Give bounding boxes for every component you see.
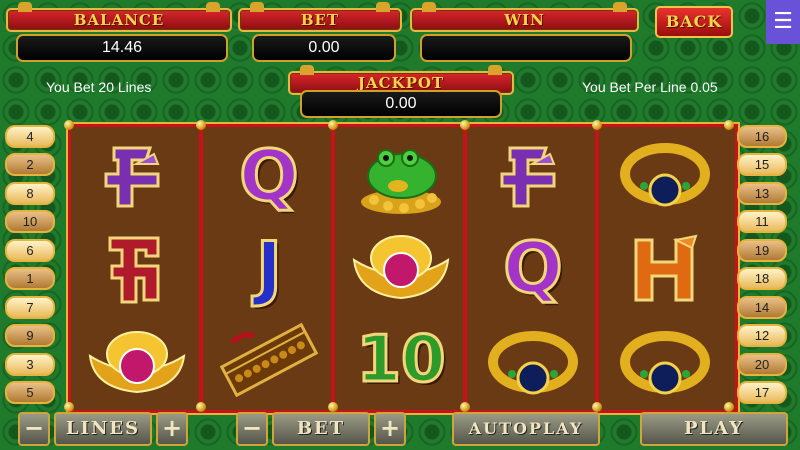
symbol-jade-ring: [473, 315, 593, 405]
balance-label: BALANCE: [6, 2, 232, 32]
reel-separator: [331, 127, 335, 410]
frame-stud: [724, 402, 734, 412]
frame-stud: [64, 120, 74, 130]
line-tag-left[interactable]: 6: [5, 239, 55, 262]
frame-stud: [328, 120, 338, 130]
frame-stud: [724, 120, 734, 130]
frame-stud: [196, 402, 206, 412]
menu-icon[interactable]: ☰: [766, 0, 800, 44]
per-line-info: You Bet Per Line 0.05: [582, 79, 718, 95]
reel-separator: [595, 127, 599, 410]
line-tag-left[interactable]: 3: [5, 353, 55, 376]
jackpot-value: 0.00: [300, 90, 502, 118]
symbol-q-letter: Q: [238, 135, 300, 217]
lines-minus-button[interactable]: −: [18, 412, 50, 446]
line-tag-left[interactable]: 7: [5, 296, 55, 319]
symbol-golden-toad: [341, 131, 461, 221]
frame-stud: [328, 402, 338, 412]
play-button[interactable]: PLAY: [640, 412, 788, 446]
symbol-jade-ring: [605, 131, 725, 221]
lines-plus-button[interactable]: +: [156, 412, 188, 446]
symbol-chinese-char: [473, 131, 593, 221]
lines-button[interactable]: LINES: [54, 412, 152, 446]
line-tag-left[interactable]: 1: [5, 267, 55, 290]
symbol-k-letter: [605, 223, 725, 313]
line-tag-left[interactable]: 9: [5, 324, 55, 347]
line-tag-right[interactable]: 15: [737, 153, 787, 176]
balance-value: 14.46: [16, 34, 228, 62]
reel-separator: [199, 127, 203, 410]
win-value: [420, 34, 632, 62]
line-tag-right[interactable]: 13: [737, 182, 787, 205]
symbol-chinese-char: [77, 131, 197, 221]
frame-stud: [460, 402, 470, 412]
line-tag-right[interactable]: 18: [737, 267, 787, 290]
line-tag-left[interactable]: 2: [5, 153, 55, 176]
symbol-abacus: [209, 315, 329, 405]
frame-stud: [592, 402, 602, 412]
symbol-number-10: 10: [355, 323, 447, 397]
line-tag-right[interactable]: 17: [737, 381, 787, 404]
line-tag-right[interactable]: 14: [737, 296, 787, 319]
symbol-gold-ingot: [77, 315, 197, 405]
bet-label: BET: [238, 2, 402, 32]
line-tag-left[interactable]: 4: [5, 125, 55, 148]
frame-stud: [592, 120, 602, 130]
line-tag-left[interactable]: 8: [5, 182, 55, 205]
line-tag-right[interactable]: 19: [737, 239, 787, 262]
bet-plus-button[interactable]: +: [374, 412, 406, 446]
line-tag-right[interactable]: 12: [737, 324, 787, 347]
frame-stud: [460, 120, 470, 130]
frame-stud: [64, 402, 74, 412]
symbol-ka-letter: [77, 223, 197, 313]
line-tag-left[interactable]: 5: [5, 381, 55, 404]
reel-separator: [463, 127, 467, 410]
win-label: WIN: [410, 2, 639, 32]
line-tag-right[interactable]: 16: [737, 125, 787, 148]
reels-area: Q J 10 Q: [68, 124, 738, 413]
autoplay-button[interactable]: AUTOPLAY: [452, 412, 600, 446]
bet-minus-button[interactable]: −: [236, 412, 268, 446]
symbol-gold-ingot: [341, 223, 461, 313]
line-tag-right[interactable]: 20: [737, 353, 787, 376]
frame-stud: [196, 120, 206, 130]
symbol-q-letter: Q: [502, 227, 564, 309]
line-tag-right[interactable]: 11: [737, 210, 787, 233]
symbol-j-letter: J: [254, 227, 283, 309]
line-tag-left[interactable]: 10: [5, 210, 55, 233]
bet-value: 0.00: [252, 34, 396, 62]
lines-info: You Bet 20 Lines: [46, 79, 152, 95]
back-button[interactable]: BACK: [655, 6, 733, 38]
bet-button[interactable]: BET: [272, 412, 370, 446]
symbol-jade-ring: [605, 315, 725, 405]
